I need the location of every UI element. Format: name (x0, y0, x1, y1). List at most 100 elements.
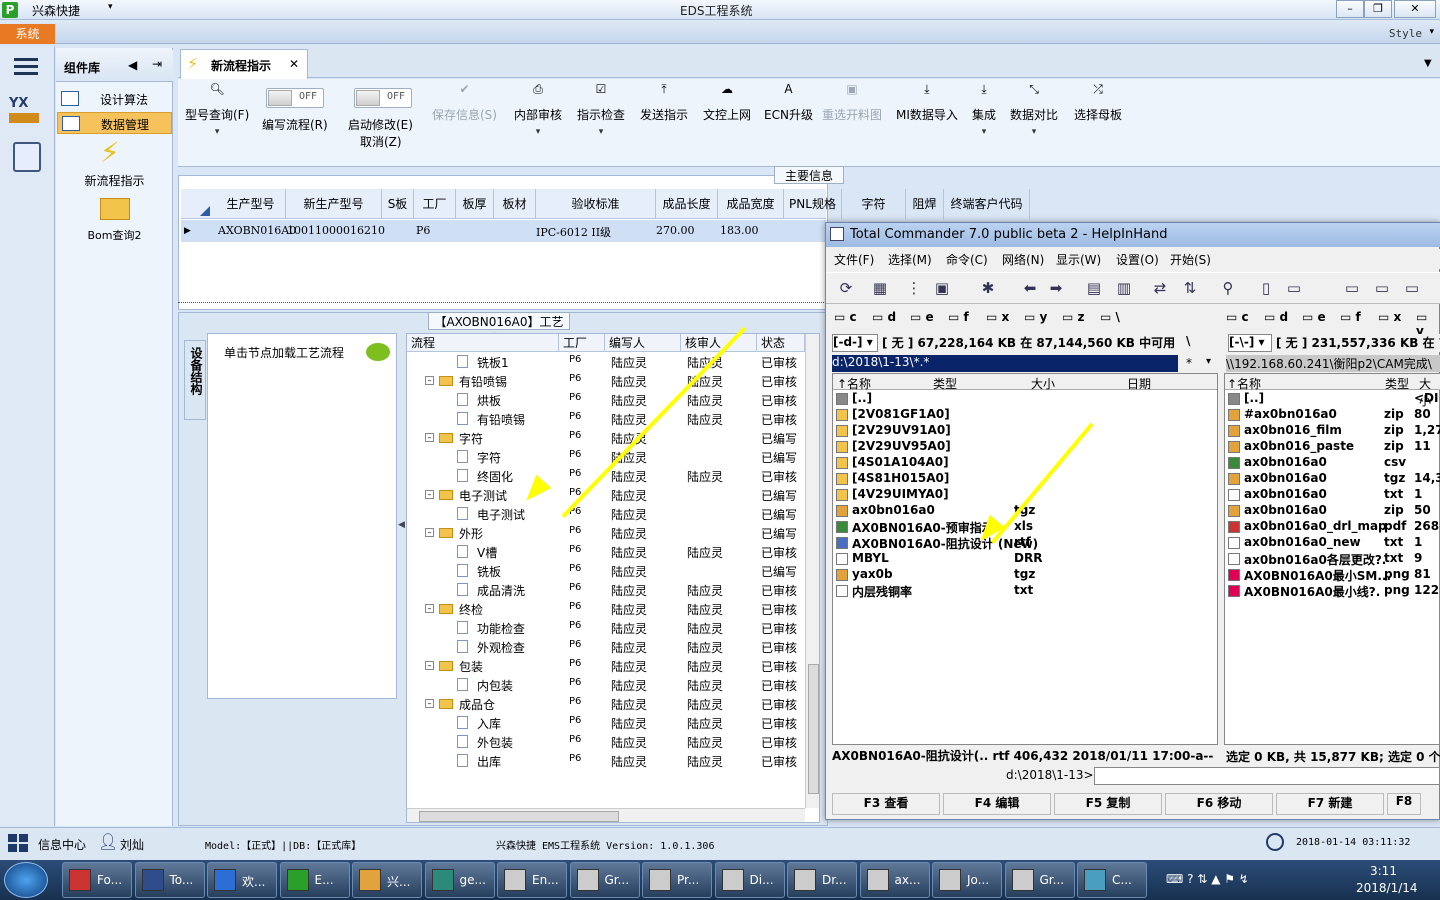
model-query-button[interactable]: 🔍︎ 型号查询(F) ▾ (185, 82, 249, 137)
lightning-icon[interactable]: ⚡ (100, 138, 130, 170)
ecn-upgrade-button[interactable]: A ECN升级 (764, 82, 813, 123)
folder-icon[interactable]: ▭ (1342, 278, 1362, 298)
close-button[interactable]: ✕ (1394, 0, 1436, 18)
taskbar-button[interactable]: 欢... (207, 862, 277, 898)
tree-view-icon[interactable]: ⋮ (904, 278, 924, 298)
pin-icon[interactable]: ⇥ (152, 57, 162, 71)
right-path[interactable]: \\192.168.60.241\衡阳p2\CAM完成\ (1226, 355, 1440, 372)
expand-collapse-icon[interactable]: – (425, 433, 434, 442)
component-item-data-management[interactable]: 数据管理 (57, 112, 172, 134)
grid-header-cell[interactable]: 生产型号 (216, 189, 286, 219)
left-filter-star[interactable]: * (1186, 356, 1192, 370)
tree-column-header[interactable]: 工厂 (559, 334, 605, 352)
grid-header-cell[interactable]: 工厂 (414, 189, 456, 219)
drive-button-y[interactable]: ▭ y (1024, 310, 1047, 324)
style-menu[interactable]: Style (1389, 27, 1422, 40)
bom-query-link[interactable]: Bom查询2 (56, 227, 173, 243)
tc-column-header[interactable]: 日期 (1127, 375, 1151, 392)
tc-file-row[interactable]: ax0bn016a0 txt 1 (1228, 487, 1440, 503)
drive-button-c[interactable]: ▭ c (834, 310, 857, 324)
select-board-button[interactable]: ⤮ 选择母板 (1074, 82, 1122, 123)
fkey-button[interactable]: F4 编辑 (943, 793, 1051, 815)
tc-file-row[interactable]: [2V081GF1A0] (836, 407, 1216, 423)
style-dropdown-icon[interactable]: ▾ (1429, 27, 1434, 37)
tc-file-row[interactable]: AX0BN016A0最小线?. png 122 (1228, 583, 1440, 599)
tree-row[interactable]: 功能检查 P6 陆应灵 陆应灵 已审核 (407, 618, 819, 637)
left-root-button[interactable]: \ (1186, 334, 1200, 352)
unpack-icon[interactable]: ▥ (1114, 278, 1134, 298)
drive-button-z[interactable]: ▭ z (1062, 310, 1085, 324)
tc-column-header[interactable]: ↑名称 (837, 375, 871, 392)
drive-button-c[interactable]: ▭ c (1226, 310, 1249, 324)
tree-row[interactable]: 电子测试 P6 陆应灵 已编写 (407, 504, 819, 523)
tc-file-row[interactable]: AX0BN016A0-阻抗设计 (New) rtf (836, 535, 1216, 551)
grid-header-cell[interactable]: 新生产型号 (286, 189, 382, 219)
taskbar-button[interactable]: Gr... (1004, 862, 1075, 898)
tree-row[interactable]: 出库 P6 陆应灵 陆应灵 已审核 (407, 751, 819, 770)
tc-file-row[interactable]: ax0bn016a0各层更改?. txt 9 (1228, 551, 1440, 567)
drive-button-d[interactable]: ▭ d (1264, 310, 1288, 324)
grid-menu-icon[interactable] (8, 834, 28, 852)
tc-file-row[interactable]: [2V29UV91A0] (836, 423, 1216, 439)
drive-button-d[interactable]: ▭ d (872, 310, 896, 324)
taskbar-button[interactable]: En... (497, 862, 567, 898)
left-history-dropdown-icon[interactable]: ▾ (1206, 356, 1211, 367)
folder-open-icon[interactable]: ▭ (1402, 278, 1422, 298)
splitter[interactable] (178, 302, 828, 304)
star-icon[interactable]: ✱ (978, 278, 998, 298)
tree-row[interactable]: 外观检查 P6 陆应灵 陆应灵 已审核 (407, 637, 819, 656)
component-item-design-algorithm[interactable]: 设计算法 (57, 88, 172, 110)
grid-cell[interactable]: AXOBN016A0 (218, 224, 296, 237)
folder-icon[interactable]: ▭ (1284, 278, 1304, 298)
tree-row[interactable]: 终固化 P6 陆应灵 陆应灵 已审核 (407, 466, 819, 485)
tab-close-icon[interactable]: ✕ (289, 57, 299, 71)
tc-column-header[interactable]: 大小 (1031, 375, 1055, 392)
grid-cell[interactable]: 270.00 (656, 224, 695, 237)
tree-column-header[interactable]: 流程 (407, 334, 559, 352)
fkey-button[interactable]: F3 查看 (832, 793, 940, 815)
back-icon[interactable]: ⬅ (1020, 278, 1040, 298)
taskbar-button[interactable]: E... (279, 862, 350, 898)
expand-collapse-icon[interactable]: – (425, 661, 434, 670)
tc-file-row[interactable]: ax0bn016a0 zip 50 (1228, 503, 1440, 519)
expand-collapse-icon[interactable]: – (425, 604, 434, 613)
tc-file-row[interactable]: [..] (836, 391, 1216, 407)
info-center-link[interactable]: 信息中心 (38, 836, 86, 853)
scroll-thumb[interactable] (419, 811, 619, 822)
tc-file-row[interactable]: 内层残铜率 txt (836, 583, 1216, 599)
taskbar-button[interactable]: Pr... (642, 862, 712, 898)
tree-row[interactable]: V槽 P6 陆应灵 陆应灵 已审核 (407, 542, 819, 561)
grid-header-cell[interactable]: 终端客户代码 (944, 189, 1030, 219)
tree-column-header[interactable]: 核审人 (681, 334, 757, 352)
pack-icon[interactable]: ▤ (1084, 278, 1104, 298)
tc-file-row[interactable]: ax0bn016_paste zip 11 (1228, 439, 1440, 455)
integrate-button[interactable]: ⤓ 集成 ▾ (972, 82, 996, 137)
forward-icon[interactable]: ➡ (1046, 278, 1066, 298)
thumbnail-view-icon[interactable]: ▦ (870, 278, 890, 298)
notepad-icon[interactable]: ▯ (1256, 278, 1276, 298)
taskbar-button[interactable]: ax... (859, 862, 930, 898)
tree-row[interactable]: 外包装 P6 陆应灵 陆应灵 已审核 (407, 732, 819, 751)
tc-file-row[interactable]: [2V29UV95A0] (836, 439, 1216, 455)
left-drive-select[interactable]: [-d-] ▾ (832, 334, 878, 352)
taskbar-button[interactable]: C... (1077, 862, 1147, 898)
horizontal-scrollbar[interactable] (407, 808, 805, 822)
quick-access-dropdown-icon[interactable]: ▾ (108, 2, 113, 12)
tc-file-row[interactable]: AX0BN016A0最小SM... png 81 (1228, 567, 1440, 583)
right-drive-select[interactable]: [-\-] ▾ (1228, 334, 1272, 352)
taskbar-button[interactable]: Dr... (787, 862, 857, 898)
ftp-icon[interactable]: ⇄ (1150, 278, 1170, 298)
new-flow-indicator-link[interactable]: 新流程指示 (56, 172, 173, 189)
tc-file-row[interactable]: ax0bn016a0 tgz 14,351 (1228, 471, 1440, 487)
system-menu-button[interactable]: 系统 (0, 24, 55, 44)
refresh-icon[interactable]: ⟳ (836, 278, 856, 298)
tc-file-row[interactable]: AX0BN016A0-预审指示 xls (836, 519, 1216, 535)
tree-row[interactable]: – 终检 P6 陆应灵 陆应灵 已审核 (407, 599, 819, 618)
tc-file-row[interactable]: ax0bn016a0 csv (1228, 455, 1440, 471)
command-line-input[interactable] (1094, 767, 1440, 785)
tc-file-row[interactable]: MBYL DRR (836, 551, 1216, 567)
grid-header-cell[interactable]: S板 (382, 189, 414, 219)
tc-file-row[interactable]: [4S81H015A0] (836, 471, 1216, 487)
fkey-button[interactable]: F6 移动 (1165, 793, 1273, 815)
tab-list-dropdown-icon[interactable]: ▼ (1424, 58, 1432, 69)
